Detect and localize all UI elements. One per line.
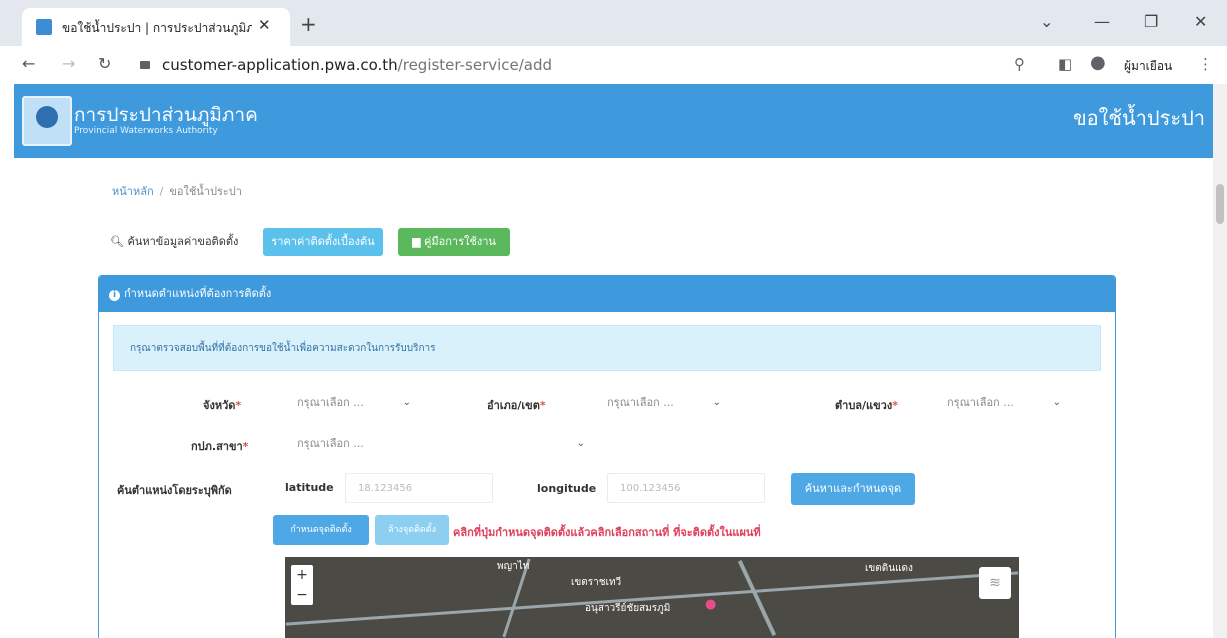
map-label: เขตดินแดง	[865, 563, 913, 574]
map-view[interactable]: + − พญาไท เขตราชเทวี เขตดินแดง อนุสาวรีย…	[285, 557, 1019, 638]
location-panel: i กำหนดตำแหน่งที่ต้องการติดตั้ง กรุณาตรวจ…	[98, 275, 1116, 638]
required-mark: *	[235, 399, 242, 412]
manual-button-label: คู่มือการใช้งาน	[424, 235, 496, 248]
search-icon: 🔍︎	[110, 235, 124, 248]
province-label-text: จังหวัด	[203, 399, 236, 412]
new-tab-icon[interactable]: +	[300, 12, 317, 36]
chevron-down-icon: ⌄	[576, 438, 585, 449]
minimize-icon[interactable]: —	[1094, 12, 1110, 31]
maximize-icon[interactable]: ❐	[1144, 12, 1158, 31]
profile-name[interactable]: ผู้มาเยือน	[1124, 57, 1172, 76]
breadcrumb-home[interactable]: หน้าหลัก	[112, 185, 154, 198]
required-mark: *	[892, 399, 898, 412]
required-mark: *	[539, 399, 546, 412]
site-header: การประปาส่วนภูมิภาค Provincial Waterwork…	[14, 84, 1213, 158]
close-tab-icon[interactable]: ✕	[258, 16, 271, 34]
pwa-logo[interactable]	[22, 96, 72, 146]
forward-icon[interactable]: →	[62, 54, 75, 73]
branch-select[interactable]: กรุณาเลือก ... ⌄	[285, 430, 595, 458]
map-pin-icon[interactable]: ●	[705, 597, 716, 612]
zoom-out-button[interactable]: −	[291, 585, 313, 605]
panel-title: กำหนดตำแหน่งที่ต้องการติดตั้ง	[124, 287, 272, 300]
scrollbar-thumb[interactable]	[1216, 184, 1224, 224]
page-scrollbar[interactable]	[1213, 84, 1227, 638]
map-label: อนุสาวรีย์ชัยสมรภูมิ	[585, 603, 671, 614]
tab-title: ขอใช้น้ำประปา | การประปาส่วนภูมิภา	[62, 21, 252, 35]
pin-instruction-hint: คลิกที่ปุ่มกำหนดจุดติดตั้งแล้วคลิกเลือกส…	[453, 526, 761, 539]
lock-icon	[140, 61, 150, 69]
subdistrict-select-value: กรุณาเลือก ...	[947, 396, 1014, 409]
menu-kebab-icon[interactable]: ⋮	[1198, 55, 1213, 73]
zoom-in-button[interactable]: +	[291, 565, 313, 585]
search-and-set-pin-button[interactable]: ค้นหาและกำหนดจุด	[791, 473, 915, 505]
favicon-icon	[36, 19, 52, 35]
longitude-label: longitude	[537, 482, 597, 495]
url-domain: customer-application.pwa.co.th	[162, 56, 398, 74]
zoom-search-icon[interactable]: ⚲	[1014, 55, 1025, 73]
browser-tab[interactable]: ขอใช้น้ำประปา | การประปาส่วนภูมิภา ✕	[22, 8, 290, 46]
address-bar[interactable]: customer-application.pwa.co.th/register-…	[140, 52, 1040, 78]
subdistrict-select[interactable]: กรุณาเลือก ... ⌄	[935, 389, 1071, 417]
page-title: ขอใช้น้ำประปา	[1072, 106, 1205, 130]
book-icon: ▆	[412, 235, 421, 248]
province-select-value: กรุณาเลือก ...	[297, 396, 364, 409]
district-label-text: อำเภอ/เขต	[487, 399, 540, 412]
district-select-value: กรุณาเลือก ...	[607, 396, 674, 409]
breadcrumb-current: ขอใช้น้ำประปา	[169, 185, 242, 198]
branch-select-value: กรุณาเลือก ...	[297, 437, 364, 450]
longitude-input[interactable]: 100.123456	[607, 473, 765, 503]
required-mark: *	[242, 440, 249, 453]
coords-label: ค้นตำแหน่งโดยระบุพิกัด	[117, 484, 232, 497]
search-request-link[interactable]: 🔍︎ ค้นหาข้อมูลค่าขอติดตั้ง	[110, 232, 238, 250]
map-label: พญาไท	[497, 561, 530, 572]
brand-name-english: Provincial Waterworks Authority	[74, 126, 218, 136]
tab-search-chevron-icon[interactable]: ⌄	[1040, 12, 1053, 31]
map-road	[285, 571, 1019, 626]
search-request-label: ค้นหาข้อมูลค่าขอติดตั้ง	[127, 235, 239, 248]
layers-icon[interactable]: ≋	[979, 567, 1011, 599]
info-icon: i	[109, 290, 120, 301]
district-label: อำเภอ/เขต*	[487, 396, 546, 414]
panel-heading: i กำหนดตำแหน่งที่ต้องการติดตั้ง	[99, 276, 1115, 312]
province-label: จังหวัด*	[203, 396, 241, 414]
browser-tab-strip: ขอใช้น้ำประปา | การประปาส่วนภูมิภา ✕ + ⌄…	[0, 0, 1227, 46]
url-path: /register-service/add	[397, 56, 553, 74]
latitude-input[interactable]: 18.123456	[345, 473, 493, 503]
subdistrict-label: ตำบล/แขวง*	[835, 396, 898, 414]
back-icon[interactable]: ←	[22, 54, 35, 73]
price-button[interactable]: ราคาค่าติดตั้งเบื้องต้น	[263, 228, 383, 256]
window-close-icon[interactable]: ✕	[1194, 12, 1207, 31]
province-select[interactable]: กรุณาเลือก ... ⌄	[285, 389, 421, 417]
branch-label: กปภ.สาขา*	[191, 437, 248, 455]
map-label: เขตราชเทวี	[571, 577, 622, 588]
reload-icon[interactable]: ↻	[98, 54, 111, 73]
breadcrumb-separator: /	[159, 185, 164, 198]
breadcrumb: หน้าหลัก / ขอใช้น้ำประปา	[112, 182, 242, 200]
latitude-label: latitude	[285, 481, 334, 494]
info-alert: กรุณาตรวจสอบพื้นที่ที่ต้องการขอใช้น้ำเพื…	[113, 325, 1101, 371]
chevron-down-icon: ⌄	[402, 397, 411, 408]
district-select[interactable]: กรุณาเลือก ... ⌄	[595, 389, 731, 417]
profile-avatar-icon[interactable]: ●	[1090, 52, 1106, 73]
map-road	[737, 559, 777, 637]
logo-emblem-icon	[36, 106, 58, 128]
manual-button[interactable]: ▆ คู่มือการใช้งาน	[398, 228, 510, 256]
clear-pin-button[interactable]: ล้างจุดติดตั้ง	[375, 515, 449, 545]
chevron-down-icon: ⌄	[712, 397, 721, 408]
set-pin-button[interactable]: กำหนดจุดติดตั้ง	[273, 515, 369, 545]
side-panel-icon[interactable]: ◧	[1058, 55, 1072, 73]
subdistrict-label-text: ตำบล/แขวง	[835, 399, 893, 412]
chevron-down-icon: ⌄	[1052, 397, 1061, 408]
browser-toolbar: ← → ↻ customer-application.pwa.co.th/reg…	[0, 46, 1227, 84]
branch-label-text: กปภ.สาขา	[191, 440, 243, 453]
zoom-controls: + −	[291, 565, 313, 605]
